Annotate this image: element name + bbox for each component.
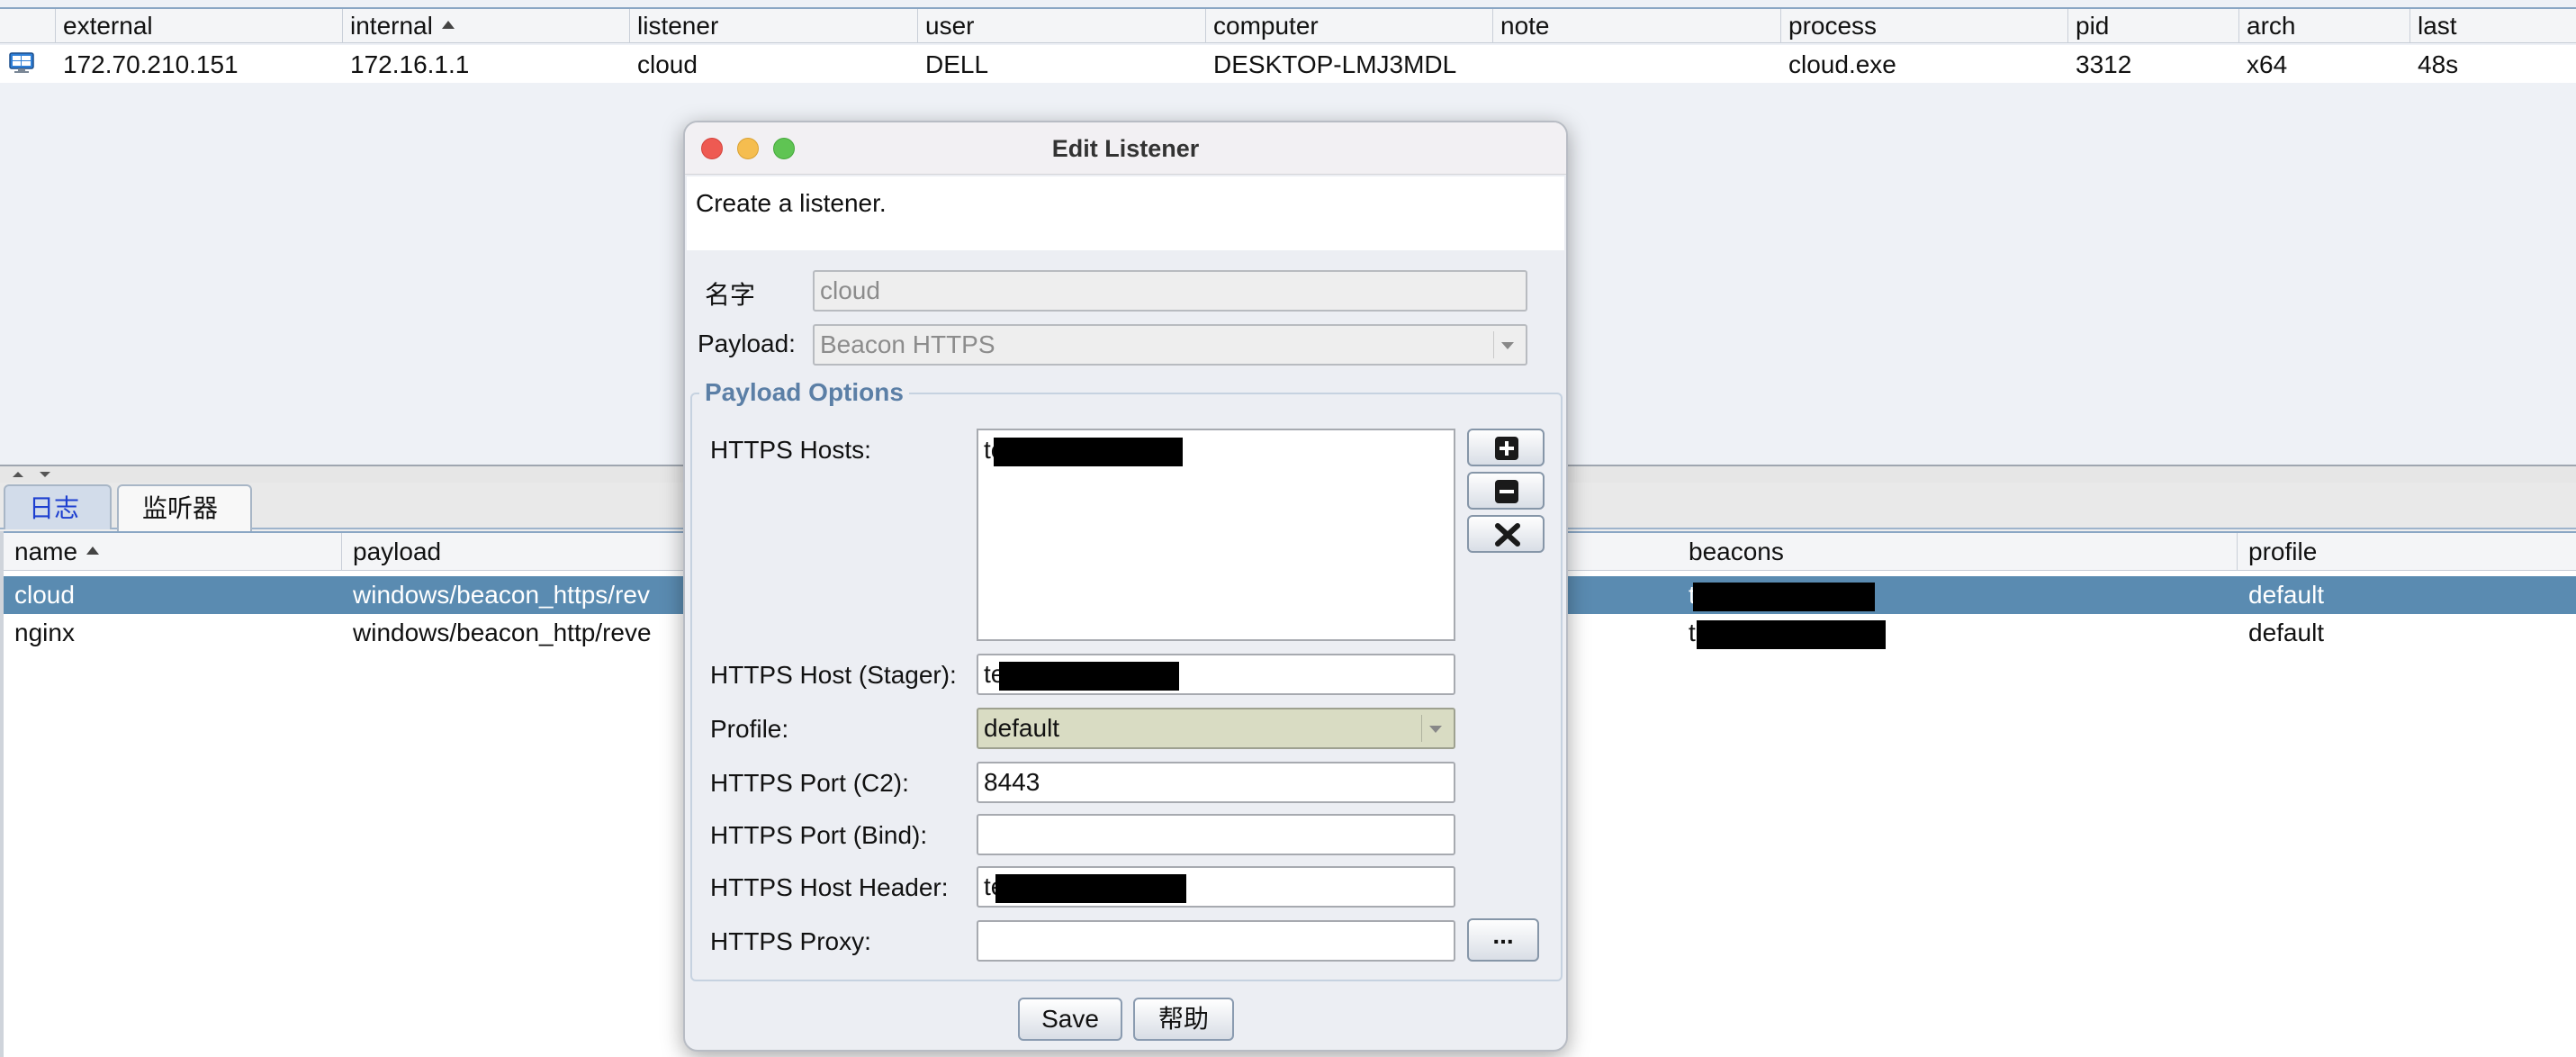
redaction-block — [1693, 582, 1876, 611]
stager-host-label: HTTPS Host (Stager): — [710, 661, 957, 689]
clear-hosts-button[interactable] — [1467, 515, 1545, 553]
cell-payload: windows/beacon_http/reve — [353, 619, 652, 646]
proxy-settings-button[interactable]: ... — [1467, 918, 1539, 962]
tab-log[interactable]: 日志X — [4, 484, 112, 567]
session-row[interactable]: 172.70.210.151 172.16.1.1 cloud DELL DES… — [0, 45, 2576, 83]
header-user[interactable]: user — [918, 9, 1206, 43]
add-host-button[interactable] — [1467, 429, 1545, 466]
name-field: cloud — [813, 270, 1527, 312]
header-profile[interactable]: profile — [2238, 533, 2576, 571]
header-last[interactable]: last — [2410, 9, 2576, 43]
port-bind-label: HTTPS Port (Bind): — [710, 821, 928, 849]
profile-label: Profile: — [710, 715, 789, 743]
help-button[interactable]: 帮助 — [1133, 998, 1234, 1041]
payload-options-title: Payload Options — [699, 378, 909, 407]
save-button[interactable]: Save — [1018, 998, 1122, 1041]
minus-icon — [1495, 480, 1518, 503]
cell-note — [1493, 45, 1781, 83]
redaction-block — [995, 873, 1187, 903]
chevron-down-icon — [1493, 331, 1520, 358]
stager-host-field[interactable]: te — [977, 654, 1455, 695]
remove-host-button[interactable] — [1467, 472, 1545, 510]
proxy-field[interactable] — [977, 920, 1455, 962]
host-header-label: HTTPS Host Header: — [710, 873, 949, 901]
port-c2-label: HTTPS Port (C2): — [710, 769, 909, 797]
expand-up-icon[interactable] — [13, 472, 23, 477]
cell-profile: default — [2248, 619, 2325, 646]
redaction-block — [994, 437, 1184, 466]
header-listener[interactable]: listener — [630, 9, 918, 43]
cell-payload: windows/beacon_https/rev — [353, 581, 650, 609]
cell-process: cloud.exe — [1788, 50, 1896, 78]
header-icon-column[interactable] — [0, 9, 56, 43]
edit-listener-dialog: Edit Listener Create a listener. 名字 clou… — [683, 121, 1568, 1052]
cell-user: DELL — [925, 50, 989, 78]
sessions-table-header: external internal listener user computer… — [0, 7, 2576, 43]
x-icon — [1495, 523, 1520, 547]
host-header-field[interactable]: te — [977, 866, 1455, 908]
https-hosts-list[interactable]: te — [977, 429, 1455, 641]
chevron-down-icon[interactable] — [1421, 715, 1448, 742]
port-c2-field[interactable]: 8443 — [977, 762, 1455, 803]
tab-listeners[interactable]: 监听器X — [117, 484, 252, 567]
cell-computer: DESKTOP-LMJ3MDL — [1213, 50, 1457, 78]
description-text: Create a listener. — [696, 189, 887, 217]
plus-icon — [1495, 437, 1518, 460]
proxy-label: HTTPS Proxy: — [710, 927, 871, 955]
dialog-title: Edit Listener — [1051, 135, 1200, 162]
cell-internal: 172.16.1.1 — [350, 50, 470, 78]
expand-down-icon[interactable] — [40, 472, 50, 477]
port-bind-field[interactable] — [977, 814, 1455, 855]
header-process[interactable]: process — [1781, 9, 2068, 43]
windows-monitor-icon — [9, 52, 34, 73]
cell-beacons: te — [1678, 576, 2238, 614]
header-arch[interactable]: arch — [2239, 9, 2410, 43]
payload-label: Payload: — [698, 330, 796, 357]
payload-select: Beacon HTTPS — [813, 324, 1527, 366]
cell-profile: default — [2248, 581, 2325, 609]
payload-select-value: Beacon HTTPS — [820, 330, 995, 358]
redaction-block — [1697, 619, 1887, 649]
header-name[interactable]: name — [4, 533, 342, 571]
profile-select[interactable]: default — [977, 708, 1455, 749]
https-hosts-label: HTTPS Hosts: — [710, 436, 871, 464]
header-internal[interactable]: internal — [343, 9, 630, 43]
dialog-titlebar[interactable]: Edit Listener — [685, 122, 1566, 175]
sort-ascending-icon — [441, 21, 455, 30]
list-item[interactable]: te — [984, 434, 1184, 466]
header-external[interactable]: external — [56, 9, 343, 43]
cell-name: nginx — [14, 619, 75, 646]
description-area: Create a listener. — [687, 176, 1564, 250]
cell-pid: 3312 — [2076, 50, 2132, 78]
sort-ascending-icon — [86, 547, 100, 556]
redaction-block — [999, 661, 1180, 691]
cell-last: 48s — [2418, 50, 2459, 78]
header-note[interactable]: note — [1493, 9, 1781, 43]
cell-name: cloud — [14, 581, 75, 609]
header-beacons[interactable]: beacons — [1678, 533, 2238, 571]
cell-beacons: te — [1678, 614, 2238, 652]
cell-listener: cloud — [637, 50, 698, 78]
header-computer[interactable]: computer — [1206, 9, 1493, 43]
header-pid[interactable]: pid — [2068, 9, 2239, 43]
cell-external: 172.70.210.151 — [63, 50, 239, 78]
name-label: 名字 — [705, 281, 756, 309]
cell-arch: x64 — [2247, 50, 2288, 78]
